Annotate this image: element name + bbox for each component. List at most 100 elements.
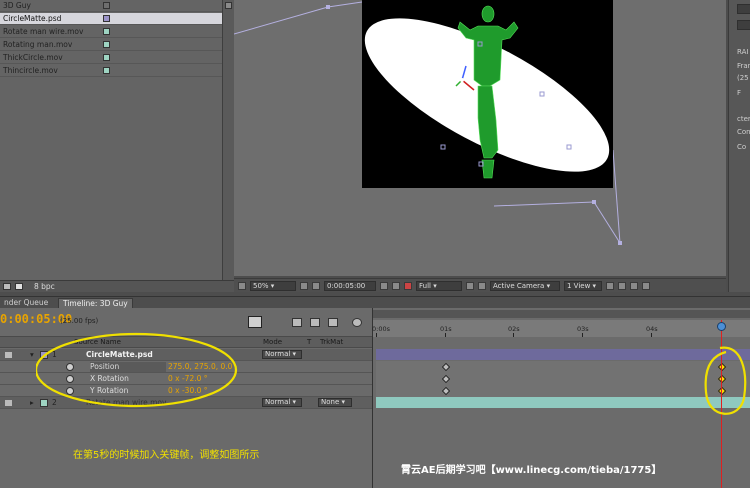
label-color-swatch[interactable]	[103, 15, 110, 22]
project-item[interactable]: CircleMatte.psd	[0, 13, 222, 25]
project-item[interactable]: 3D Guy	[0, 0, 222, 12]
column-t[interactable]: T	[307, 338, 311, 346]
layer-duration-bar[interactable]	[376, 349, 750, 360]
toggle-pixel-aspect-icon[interactable]	[606, 282, 614, 290]
project-item[interactable]: Rotate man wire.mov	[0, 26, 222, 38]
zoom-value: 50%	[253, 282, 269, 290]
live-update-icon[interactable]	[292, 318, 302, 327]
project-item[interactable]: ThickCircle.mov	[0, 52, 222, 64]
composition-viewer[interactable]	[234, 0, 726, 276]
project-item-name: Thincircle.mov	[3, 66, 58, 75]
work-area-bar[interactable]	[373, 310, 750, 318]
project-item-name: CircleMatte.psd	[3, 14, 62, 23]
view-layout-value: 1 View	[567, 282, 591, 290]
time-ruler[interactable]	[373, 320, 750, 337]
comp-mini-flowchart-icon[interactable]	[248, 316, 262, 328]
ruler-label: 04s	[646, 325, 658, 333]
expand-arrow-icon[interactable]: ▸	[30, 398, 34, 407]
trkmat-dropdown[interactable]: None ▾	[318, 398, 352, 407]
watermark-text: 霄云AE后期学习吧【www.linecg.com/tieba/1775】	[401, 465, 662, 476]
ruler-label: 03s	[577, 325, 589, 333]
column-trkmat[interactable]: TrkMat	[320, 338, 343, 346]
panel-label: (25	[737, 74, 749, 82]
layer-duration-bar[interactable]	[376, 397, 750, 408]
annotation-circle-left	[36, 332, 238, 408]
tutorial-annotation: 在第5秒的时候加入关键帧，调整如图所示	[73, 450, 260, 461]
safe-margins-icon[interactable]	[238, 282, 246, 290]
info-panel: RAI Fran (25 F cter Cont Co	[728, 0, 750, 292]
panel-label: Co	[737, 143, 747, 151]
project-footer: 8 bpc	[0, 280, 234, 292]
panel-label: F	[737, 89, 742, 97]
panel-tab-bar: nder Queue Timeline: 3D Guy	[0, 296, 750, 309]
scroll-up-icon[interactable]	[225, 2, 232, 9]
info-field[interactable]	[737, 4, 750, 14]
viewer-toolbar: 50% ▾ 0:00:05:00 Full ▾ Active Camera ▾ …	[234, 278, 726, 292]
ruler-tick	[582, 333, 583, 337]
project-item[interactable]: Thincircle.mov	[0, 65, 222, 77]
grid-icon[interactable]	[300, 282, 308, 290]
fast-previews-icon[interactable]	[618, 282, 626, 290]
ruler-label: 01s	[440, 325, 452, 333]
ruler-tick	[651, 333, 652, 337]
panel-label: Cont	[737, 128, 750, 136]
panel-label: Fran	[737, 62, 750, 70]
project-panel: 3D Guy CircleMatte.psd Rotate man wire.m…	[0, 0, 222, 280]
flowchart-icon[interactable]	[642, 282, 650, 290]
project-item[interactable]: Rotating man.mov	[0, 39, 222, 51]
composition-canvas[interactable]	[362, 0, 613, 188]
layer-mode-value: Normal	[265, 398, 291, 406]
panel-label: cter	[737, 115, 750, 123]
project-item-name: ThickCircle.mov	[3, 53, 63, 62]
column-mode[interactable]: Mode	[263, 338, 282, 346]
ruler-label: 0:00s	[372, 325, 390, 333]
annotation-circle-right	[704, 346, 747, 415]
interpret-footage-icon[interactable]	[3, 283, 11, 290]
viewer-timecode: 0:00:05:00	[327, 282, 366, 290]
timeline-icon[interactable]	[630, 282, 638, 290]
label-color-swatch[interactable]	[103, 2, 110, 9]
layer-mode-dropdown[interactable]: Normal ▾	[262, 398, 302, 407]
ruler-tick	[376, 333, 377, 337]
region-of-interest-icon[interactable]	[466, 282, 474, 290]
resolution-value: Full	[419, 282, 431, 290]
expand-arrow-icon[interactable]: ▾	[30, 350, 34, 359]
ruler-tick	[513, 333, 514, 337]
label-color-swatch[interactable]	[103, 28, 110, 35]
trkmat-value: None	[321, 398, 340, 406]
snapshot-icon[interactable]	[380, 282, 388, 290]
camera-value: Active Camera	[493, 282, 545, 290]
motion-blur-icon[interactable]	[352, 318, 362, 327]
label-color-swatch[interactable]	[103, 67, 110, 74]
label-color-swatch[interactable]	[103, 41, 110, 48]
project-item-name: 3D Guy	[3, 1, 31, 10]
comp-render	[364, 5, 610, 179]
ruler-tick	[445, 333, 446, 337]
current-time-field[interactable]: 0:00:05:00	[324, 281, 376, 291]
project-item-name: Rotate man wire.mov	[3, 27, 84, 36]
project-item-name: Rotating man.mov	[3, 40, 73, 49]
label-color-swatch[interactable]	[103, 54, 110, 61]
playhead-handle[interactable]	[717, 322, 726, 331]
camera-dropdown[interactable]: Active Camera ▾	[490, 281, 560, 291]
mask-visibility-icon[interactable]	[312, 282, 320, 290]
frame-rate-label: (25.00 fps)	[60, 317, 99, 325]
layer-mode-value: Normal	[265, 350, 291, 358]
new-folder-icon[interactable]	[15, 283, 23, 290]
show-snapshot-icon[interactable]	[392, 282, 400, 290]
hide-shy-layers-icon[interactable]	[328, 318, 338, 327]
property-track-area	[376, 361, 750, 397]
channel-icon[interactable]	[404, 282, 412, 290]
layer-mode-dropdown[interactable]: Normal ▾	[262, 350, 302, 359]
eye-icon[interactable]	[5, 352, 12, 358]
info-field[interactable]	[737, 20, 750, 30]
resolution-dropdown[interactable]: Full ▾	[416, 281, 462, 291]
view-layout-dropdown[interactable]: 1 View ▾	[564, 281, 602, 291]
eye-icon[interactable]	[5, 400, 12, 406]
magnification-dropdown[interactable]: 50% ▾	[250, 281, 296, 291]
ruler-label: 02s	[508, 325, 520, 333]
bit-depth-button[interactable]: 8 bpc	[34, 282, 55, 291]
project-scrollbar[interactable]	[222, 0, 234, 280]
transparency-grid-icon[interactable]	[478, 282, 486, 290]
draft-3d-icon[interactable]	[310, 318, 320, 327]
